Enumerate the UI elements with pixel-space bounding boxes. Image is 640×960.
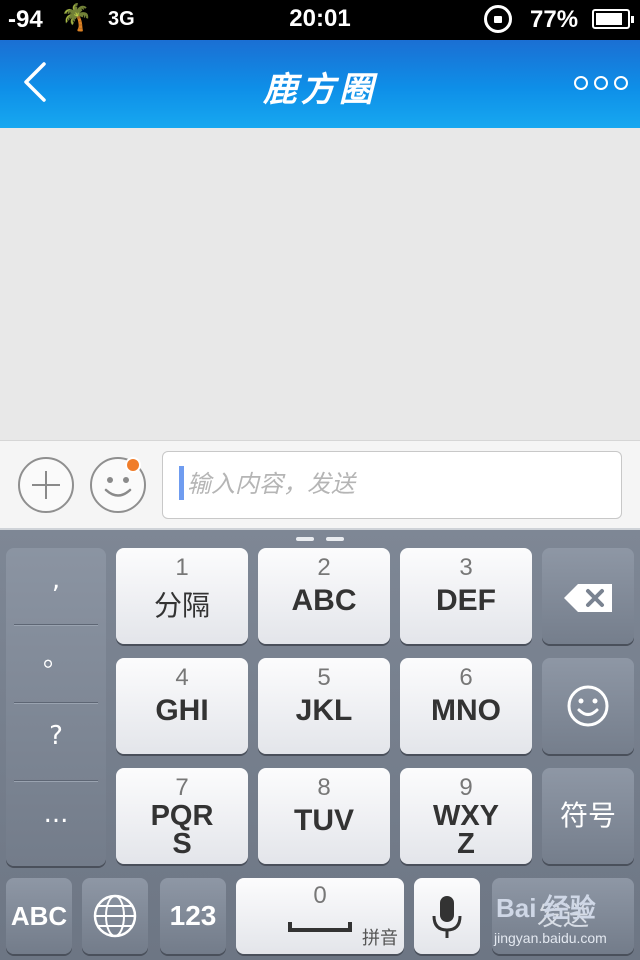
key-2[interactable]: 2 ABC [258, 548, 390, 644]
key-comma[interactable]: , [6, 548, 106, 625]
battery-percent: 77% [530, 6, 579, 33]
number-key[interactable]: 123 [160, 878, 226, 954]
keyboard-handle[interactable] [296, 537, 314, 541]
status-bar: -94 🌴 3G 20:01 77% [0, 0, 640, 40]
backspace-button[interactable] [542, 548, 634, 644]
space-key[interactable]: 0 拼音 [236, 878, 404, 954]
add-button[interactable] [18, 457, 74, 513]
key-5[interactable]: 5 JKL [258, 658, 390, 754]
key-ellipsis[interactable]: ... [6, 782, 106, 859]
punctuation-column[interactable]: , 。 ? ... [6, 548, 106, 866]
nav-bar: 鹿方圈 [0, 40, 640, 128]
key-question[interactable]: ? [6, 704, 106, 781]
key-7[interactable]: 7 PQR S [116, 768, 248, 864]
microphone-icon [432, 896, 462, 938]
battery-icon [592, 9, 634, 29]
rotation-lock-icon [484, 5, 512, 33]
voice-key[interactable] [414, 878, 480, 954]
key-6[interactable]: 6 MNO [400, 658, 532, 754]
emoji-notification-dot [125, 457, 141, 473]
chat-area [0, 128, 640, 440]
key-4[interactable]: 4 GHI [116, 658, 248, 754]
input-bar [0, 440, 640, 528]
key-8[interactable]: 8 TUV [258, 768, 390, 864]
pinyin-label: 拼音 [362, 928, 398, 948]
emoji-key[interactable] [542, 658, 634, 754]
key-period[interactable]: 。 [6, 626, 106, 703]
watermark-brand: Bai 经验 [496, 893, 596, 923]
message-input[interactable] [187, 464, 607, 504]
text-cursor [179, 466, 184, 500]
key-1[interactable]: 1 分隔 [116, 548, 248, 644]
page-title: 鹿方圈 [263, 70, 377, 110]
more-options-icon[interactable] [572, 70, 632, 98]
symbols-key[interactable]: 符号 [542, 768, 634, 864]
key-3[interactable]: 3 DEF [400, 548, 532, 644]
smiley-icon [567, 685, 609, 727]
globe-key[interactable] [82, 878, 148, 954]
abc-key[interactable]: ABC [6, 878, 72, 954]
globe-icon [93, 894, 137, 938]
message-input-box[interactable] [162, 451, 622, 519]
backspace-icon [564, 584, 612, 612]
key-9[interactable]: 9 WXY Z [400, 768, 532, 864]
keyboard-handle-2[interactable] [326, 537, 344, 541]
watermark-url: jingyan.baidu.com [494, 930, 607, 946]
